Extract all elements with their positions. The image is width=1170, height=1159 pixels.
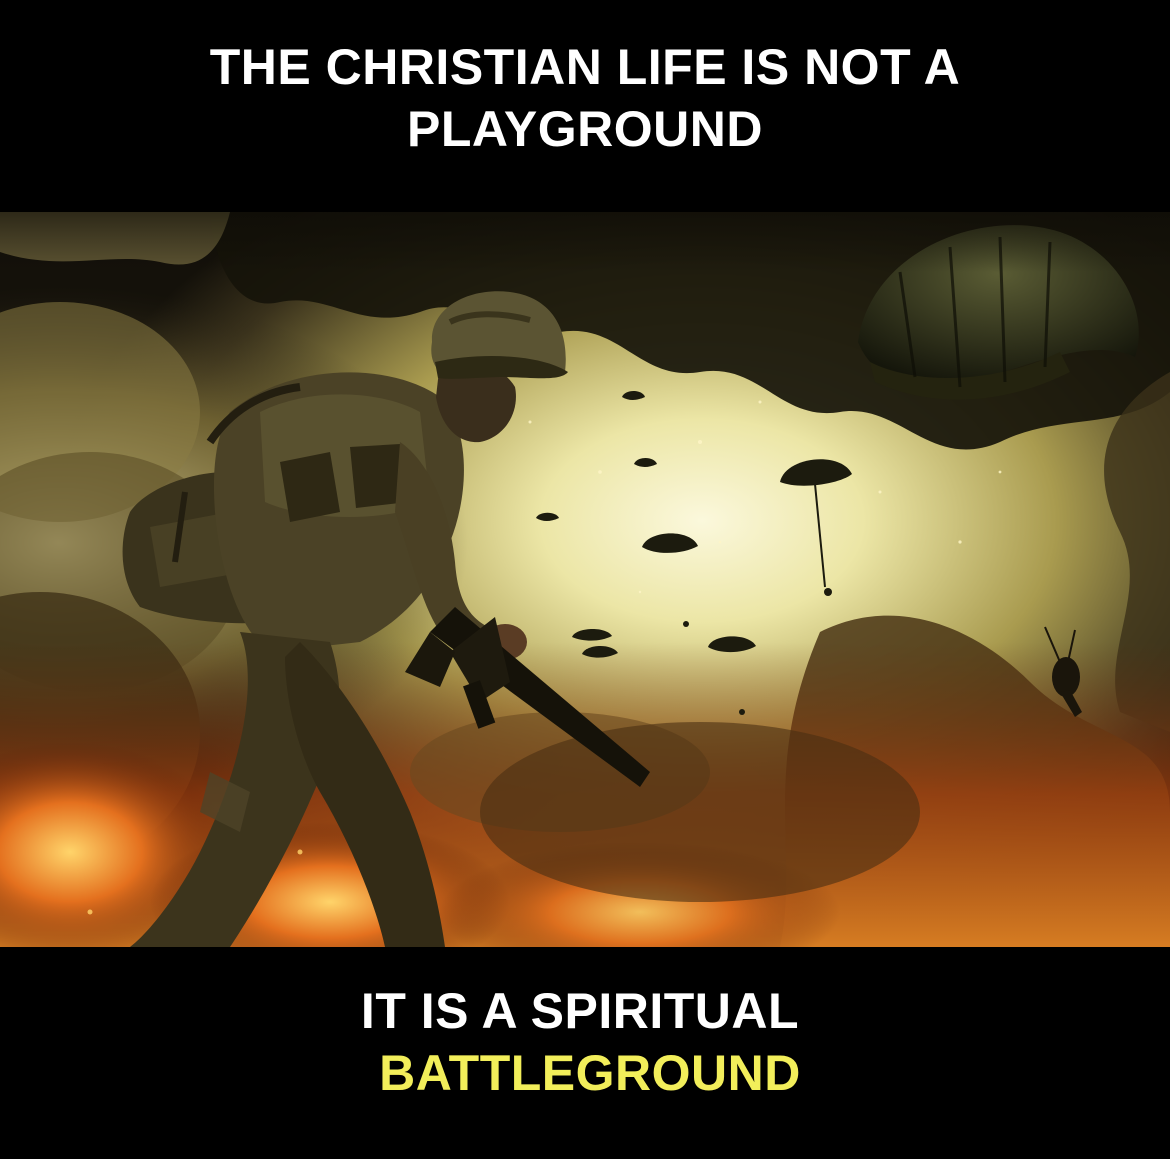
top-caption-line-1: THE CHRISTIAN LIFE IS NOT A bbox=[209, 39, 961, 95]
top-caption-line-2: PLAYGROUND bbox=[407, 101, 763, 157]
top-caption: THE CHRISTIAN LIFE IS NOT A PLAYGROUND bbox=[0, 36, 1170, 160]
vignette-top bbox=[0, 212, 1170, 272]
battle-scene-illustration bbox=[0, 212, 1170, 947]
bottom-caption-line-1: IT IS A SPIRITUAL bbox=[360, 983, 800, 1039]
smoke-ground bbox=[480, 722, 920, 902]
bottom-caption-line-2: BATTLEGROUND bbox=[379, 1045, 801, 1101]
bottom-caption: IT IS A SPIRITUAL BATTLEGROUND bbox=[0, 980, 1170, 1104]
meme-image: THE CHRISTIAN LIFE IS NOT A PLAYGROUND I… bbox=[0, 0, 1170, 1159]
battle-photo bbox=[0, 212, 1170, 947]
